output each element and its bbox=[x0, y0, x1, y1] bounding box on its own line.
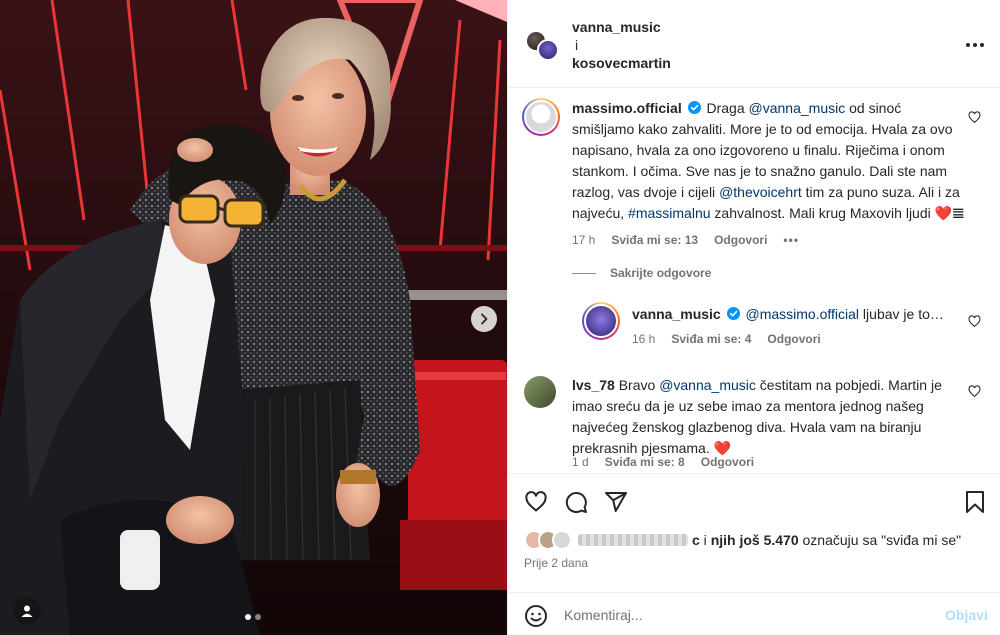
avatar[interactable] bbox=[537, 39, 559, 61]
more-horizontal-icon bbox=[966, 43, 970, 47]
comment-text: lvs_78 Bravo @vanna_music čestitam na po… bbox=[572, 375, 962, 459]
hide-replies-label: Sakrijte odgovore bbox=[610, 266, 712, 280]
comments-list: massimo.official Draga @vanna_music od s… bbox=[508, 88, 1000, 473]
avatar-image bbox=[524, 100, 558, 134]
post-side-panel: vanna_music i kosovecmartin massimo.offi… bbox=[507, 0, 1000, 635]
avatar-image bbox=[584, 304, 618, 338]
reply-button[interactable]: Odgovori bbox=[767, 332, 820, 346]
likes-suffix: označuju sa "sviđa mi se" bbox=[798, 532, 962, 548]
comment-text-fragment: Draga bbox=[706, 100, 749, 116]
chevron-right-icon bbox=[481, 313, 488, 325]
liker-name-tail[interactable]: c bbox=[692, 532, 700, 548]
comment-likes-count[interactable]: Sviđa mi se: 8 bbox=[605, 455, 685, 469]
comment-bar: Objavi bbox=[508, 592, 1000, 635]
comment-icon[interactable] bbox=[564, 490, 588, 514]
post-comment-button[interactable]: Objavi bbox=[945, 607, 988, 623]
mention-link[interactable]: @vanna_music bbox=[749, 100, 846, 116]
more-options-button[interactable] bbox=[963, 35, 987, 55]
more-dot bbox=[980, 43, 984, 47]
comment-meta: 16 h Sviđa mi se: 4 Odgovori bbox=[632, 332, 821, 346]
post-actions: c i njih još 5.470 označuju sa "sviđa mi… bbox=[508, 473, 1000, 635]
mention-link[interactable]: #massimalnu bbox=[628, 205, 710, 221]
liker-avatars bbox=[524, 530, 576, 550]
reply-text: vanna_music @massimo.official ljubav je … bbox=[632, 304, 962, 325]
author-link[interactable]: kosovecmartin bbox=[572, 54, 671, 72]
emoji-icon[interactable] bbox=[524, 604, 548, 628]
comment-input[interactable] bbox=[564, 603, 924, 627]
post-time[interactable]: Prije 2 dana bbox=[524, 556, 588, 570]
likes-summary[interactable]: c i njih još 5.470 označuju sa "sviđa mi… bbox=[524, 530, 961, 550]
comment-text-fragment: ljubav je to… bbox=[859, 306, 944, 322]
reply-button[interactable]: Odgovori bbox=[701, 455, 754, 469]
user-tag-icon bbox=[21, 605, 33, 617]
reply-button[interactable]: Odgovori bbox=[714, 233, 767, 247]
divider-line bbox=[572, 272, 596, 274]
likes-count[interactable]: njih još 5.470 bbox=[711, 532, 799, 548]
avatar bbox=[552, 530, 572, 550]
likes-connector: i bbox=[699, 532, 711, 548]
post-header: vanna_music i kosovecmartin bbox=[508, 0, 1000, 88]
more-dot bbox=[973, 43, 977, 47]
comment-like-heart-icon[interactable] bbox=[968, 315, 981, 328]
comment-like-heart-icon[interactable] bbox=[968, 111, 981, 124]
post-authors: vanna_music i kosovecmartin bbox=[572, 18, 671, 72]
mention-link[interactable]: @vanna_music bbox=[659, 377, 756, 393]
likes-text: c i njih još 5.470 označuju sa "sviđa mi… bbox=[692, 532, 961, 548]
comment-meta: 17 h Sviđa mi se: 13 Odgovori ••• bbox=[572, 233, 799, 247]
comment-username[interactable]: lvs_78 bbox=[572, 377, 615, 393]
comment-likes-count[interactable]: Sviđa mi se: 13 bbox=[611, 233, 698, 247]
post-photo[interactable] bbox=[0, 0, 507, 635]
heart-icon[interactable] bbox=[524, 490, 548, 514]
avatar[interactable] bbox=[524, 376, 556, 408]
carousel-dot bbox=[255, 614, 261, 620]
comment-body: Bravo @vanna_music čestitam na pobjedi. … bbox=[572, 377, 942, 456]
mention-link[interactable]: @thevoicehrt bbox=[719, 184, 802, 200]
comment-text-fragment: zahvalnost. Mali krug Maxovih ljudi ❤️𝌆 bbox=[710, 205, 965, 221]
hide-replies-button[interactable]: Sakrijte odgovore bbox=[572, 266, 711, 280]
comment-meta: 1 d Sviđa mi se: 8 Odgovori bbox=[572, 455, 754, 469]
collab-avatars[interactable] bbox=[525, 30, 559, 64]
comment-time: 16 h bbox=[632, 332, 656, 346]
comment-username[interactable]: vanna_music bbox=[632, 306, 721, 322]
comment-username[interactable]: massimo.official bbox=[572, 100, 682, 116]
avatar[interactable] bbox=[582, 302, 620, 340]
next-photo-button[interactable] bbox=[471, 306, 497, 332]
comment-options-button[interactable]: ••• bbox=[783, 233, 799, 247]
verified-badge-icon bbox=[726, 307, 740, 320]
mention-link[interactable]: @massimo.official bbox=[746, 306, 860, 322]
comment-body: @massimo.official ljubav je to… bbox=[746, 306, 944, 322]
post-image bbox=[0, 0, 507, 635]
carousel-dot-active bbox=[245, 614, 251, 620]
comment-time: 1 d bbox=[572, 455, 589, 469]
verified-badge-icon bbox=[687, 101, 701, 114]
comment-like-heart-icon[interactable] bbox=[968, 385, 981, 398]
send-icon[interactable] bbox=[604, 490, 628, 514]
avatar[interactable] bbox=[522, 98, 560, 136]
blurred-username bbox=[578, 534, 688, 546]
comment-likes-count[interactable]: Sviđa mi se: 4 bbox=[671, 332, 751, 346]
carousel-indicator bbox=[245, 614, 261, 620]
author-conjunction: i bbox=[575, 37, 579, 53]
user-tag-button[interactable] bbox=[13, 597, 41, 625]
comment-body: Draga @vanna_music od sinoć smišljamo ka… bbox=[572, 100, 965, 221]
author-link[interactable]: vanna_music bbox=[572, 18, 671, 36]
comment-text: massimo.official Draga @vanna_music od s… bbox=[572, 98, 967, 224]
comment-time: 17 h bbox=[572, 233, 596, 247]
bookmark-icon[interactable] bbox=[964, 490, 986, 514]
comment-text-fragment: Bravo bbox=[614, 377, 660, 393]
